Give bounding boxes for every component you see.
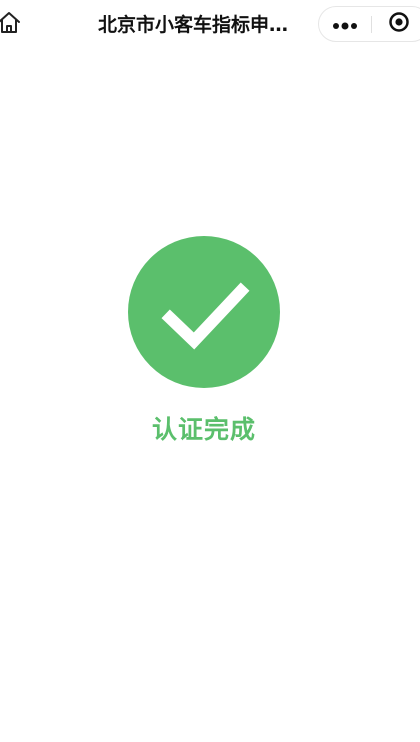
capsule-divider xyxy=(371,16,372,33)
home-button[interactable] xyxy=(0,11,24,39)
status-message: 认证完成 xyxy=(151,415,256,444)
close-button[interactable] xyxy=(379,7,419,41)
success-badge xyxy=(128,236,280,388)
more-dots-icon xyxy=(332,15,358,34)
auth-complete-page: 北京市小客车指标申… 认证完成 xyxy=(0,0,420,742)
more-button[interactable] xyxy=(319,7,371,41)
mini-program-capsule xyxy=(318,6,420,42)
record-circle-icon xyxy=(388,11,410,37)
page-title: 北京市小客车指标申… xyxy=(98,14,289,36)
top-navigation-bar: 北京市小客车指标申… xyxy=(0,0,420,50)
home-icon xyxy=(0,11,22,39)
